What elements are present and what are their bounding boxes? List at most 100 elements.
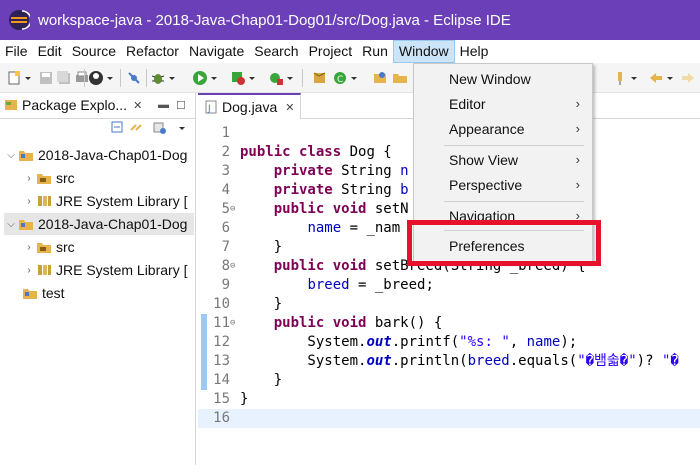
menu-item-show-view[interactable]: Show View › — [414, 148, 592, 172]
code-line[interactable]: 16 — [198, 409, 700, 428]
save-all-icon[interactable] — [56, 70, 72, 86]
code-line[interactable]: 9 breed = _breed; — [198, 276, 700, 295]
tree-project-row[interactable]: ⌵ 2018-Java-Chap01-Dog — [4, 144, 194, 166]
close-icon[interactable]: ✕ — [285, 101, 294, 114]
package-explorer: Package Explo... ✕ ▬ ☐ ⌵ 2018-Java-Chap0… — [0, 93, 196, 465]
code-text: breed = _breed; — [307, 277, 434, 293]
change-marker — [201, 314, 207, 390]
run-icon[interactable] — [192, 70, 208, 86]
code-line[interactable]: 15} — [198, 390, 700, 409]
eclipse-icon — [9, 10, 30, 30]
tree-src-row[interactable]: › src — [22, 236, 194, 258]
chevron-down-icon[interactable] — [666, 70, 674, 86]
chevron-right-icon: › — [575, 96, 580, 111]
chevron-down-icon[interactable] — [248, 70, 256, 86]
code-line[interactable]: 13 System.out.println(breed.equals("�뱀솗�… — [198, 352, 700, 371]
back-arrow-icon[interactable] — [648, 70, 664, 86]
menu-item-appearance[interactable]: Appearance › — [414, 117, 592, 141]
chevron-right-icon[interactable]: › — [22, 196, 36, 207]
code-text: private String b — [273, 182, 409, 198]
open-folder-icon[interactable] — [392, 70, 408, 86]
tree-jre-row[interactable]: › JRE System Library [ — [22, 190, 194, 212]
new-java-class-icon[interactable]: C — [332, 70, 348, 86]
forward-arrow-icon[interactable] — [680, 70, 696, 86]
new-java-package-icon[interactable] — [312, 70, 328, 86]
chevron-down-icon[interactable] — [106, 70, 114, 86]
line-number: 12 — [213, 334, 230, 350]
tree-src-row[interactable]: › src — [22, 167, 194, 189]
view-menu-icon[interactable] — [178, 120, 186, 136]
menu-project[interactable]: Project — [304, 40, 358, 63]
tree-test-row[interactable]: test — [22, 282, 194, 304]
chevron-right-icon: › — [575, 152, 580, 167]
menu-window[interactable]: Window — [392, 40, 455, 63]
tree-jre-row[interactable]: › JRE System Library [ — [22, 259, 194, 281]
pin-icon[interactable] — [612, 70, 628, 86]
skip-breakpoints-icon[interactable] — [126, 70, 142, 86]
menu-bar: File Edit Source Refactor Navigate Searc… — [0, 40, 700, 63]
tab-package-explorer[interactable]: Package Explo... ✕ — [4, 97, 142, 113]
code-text: } — [240, 239, 283, 255]
maximize-icon[interactable]: ☐ — [176, 99, 186, 112]
menu-edit[interactable]: Edit — [33, 40, 67, 63]
line-number: 9 — [221, 277, 230, 293]
save-icon[interactable] — [38, 70, 54, 86]
collapse-all-icon[interactable] — [110, 120, 126, 136]
coverage-icon[interactable] — [230, 70, 246, 86]
menu-search[interactable]: Search — [249, 40, 303, 63]
project-icon — [19, 220, 33, 230]
chevron-down-icon[interactable] — [286, 70, 294, 86]
open-type-icon[interactable] — [372, 70, 388, 86]
code-text: private String n — [273, 163, 409, 179]
tab-dog-java[interactable]: J Dog.java ✕ — [198, 93, 302, 119]
chevron-down-icon[interactable]: ⌵ — [4, 150, 18, 161]
menu-item-new-window[interactable]: New Window — [414, 67, 592, 91]
minimize-icon[interactable]: ▬ — [158, 99, 169, 111]
code-text: name = _nam — [307, 220, 401, 236]
chevron-down-icon[interactable]: ⌵ — [4, 219, 18, 230]
close-icon[interactable]: ✕ — [133, 99, 142, 112]
line-number: 1 — [221, 125, 230, 141]
profile-icon[interactable] — [88, 70, 104, 86]
tree-item-label: src — [56, 239, 75, 255]
menu-item-perspective[interactable]: Perspective › — [414, 173, 592, 197]
tab-label: Package Explo... — [22, 97, 128, 113]
tree-item-label: 2018-Java-Chap01-Dog — [38, 147, 188, 163]
chevron-down-icon[interactable] — [24, 70, 32, 86]
debug-icon[interactable] — [150, 70, 166, 86]
fold-toggle-icon[interactable]: ⊖ — [230, 314, 235, 333]
line-number: 11 — [213, 315, 230, 331]
code-line[interactable]: 12 System.out.printf("%s: ", name); — [198, 333, 700, 352]
external-tools-icon[interactable] — [268, 70, 284, 86]
menu-item-editor[interactable]: Editor › — [414, 92, 592, 116]
chevron-down-icon[interactable] — [630, 70, 638, 86]
filter-icon[interactable] — [152, 120, 168, 136]
line-number: 8 — [221, 258, 230, 274]
line-number: 6 — [221, 220, 230, 236]
code-line[interactable]: 11 ⊖ public void bark() { — [198, 314, 700, 333]
chevron-right-icon: › — [575, 121, 580, 136]
code-line[interactable]: 10 } — [198, 295, 700, 314]
link-with-editor-icon[interactable] — [128, 120, 144, 136]
new-icon[interactable] — [6, 70, 22, 86]
menu-source[interactable]: Source — [67, 40, 121, 63]
menu-file[interactable]: File — [0, 40, 33, 63]
tree-item-label: JRE System Library [ — [56, 193, 188, 209]
code-text: } — [240, 391, 249, 407]
menu-refactor[interactable]: Refactor — [121, 40, 184, 63]
fold-toggle-icon[interactable]: ⊖ — [230, 257, 235, 276]
fold-toggle-icon[interactable]: ⊖ — [230, 200, 235, 219]
chevron-right-icon[interactable]: › — [22, 173, 36, 184]
tree-project-row-selected[interactable]: ⌵ 2018-Java-Chap01-Dog — [4, 213, 194, 235]
menu-navigate[interactable]: Navigate — [184, 40, 249, 63]
chevron-right-icon[interactable]: › — [22, 242, 36, 253]
chevron-right-icon[interactable]: › — [22, 265, 36, 276]
chevron-down-icon[interactable] — [350, 70, 358, 86]
code-line[interactable]: 14 } — [198, 371, 700, 390]
chevron-right-icon: › — [575, 177, 580, 192]
menu-help[interactable]: Help — [455, 40, 494, 63]
menu-run[interactable]: Run — [357, 40, 393, 63]
chevron-down-icon[interactable] — [210, 70, 218, 86]
line-number: 3 — [221, 163, 230, 179]
chevron-down-icon[interactable] — [168, 70, 176, 86]
